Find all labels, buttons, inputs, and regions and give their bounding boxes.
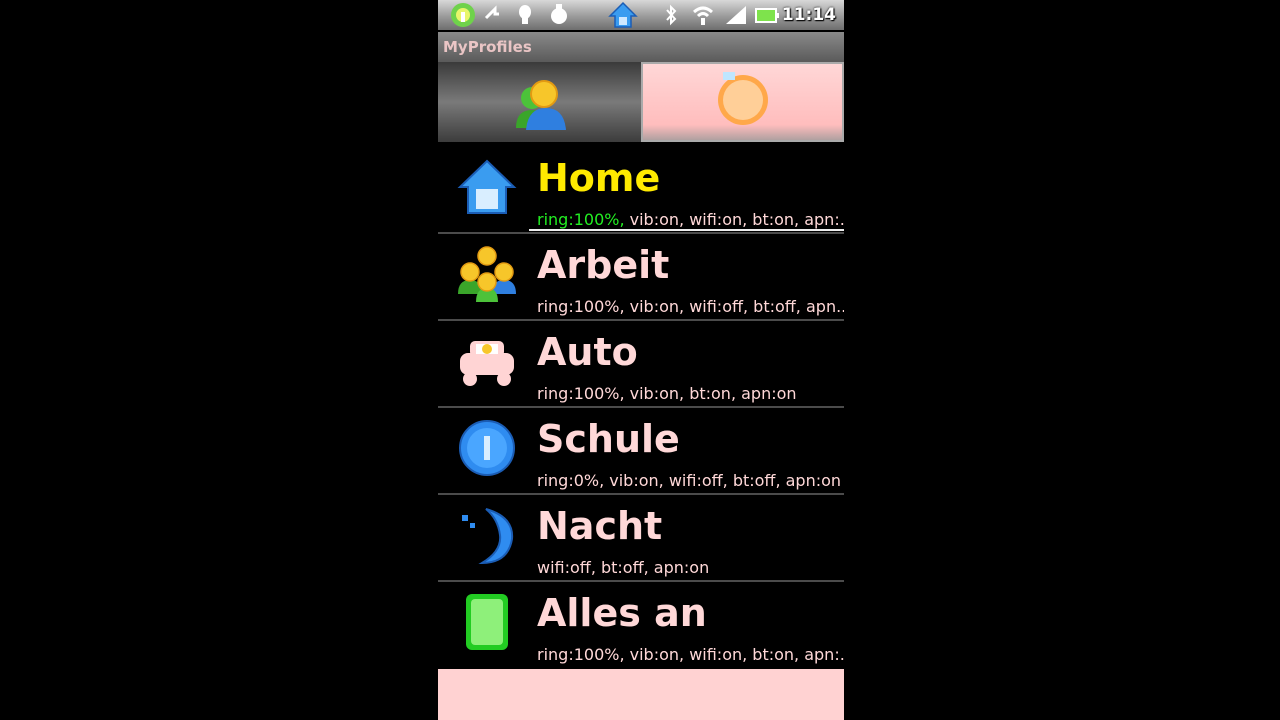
profile-name: Nacht xyxy=(537,504,663,548)
profile-row-alles-an[interactable]: Alles an ring:100%, vib:on, wifi:on, bt:… xyxy=(438,582,844,669)
arrow-icon xyxy=(484,5,499,20)
status-bar: 11:14 xyxy=(438,0,844,30)
wifi-icon xyxy=(693,6,713,25)
tab-schedule[interactable] xyxy=(641,62,844,142)
profile-detail: ring:100%, vib:on, wifi:on, bt:on, apn:.… xyxy=(537,210,844,229)
app-title: MyProfiles xyxy=(443,38,532,56)
moon-icon xyxy=(462,508,514,565)
signal-icon xyxy=(726,6,746,24)
profile-detail-rest: vib:on, wifi:on, bt:on, apn:... xyxy=(624,210,844,229)
fingerprint-icon xyxy=(519,5,531,24)
phone-screen: 11:14 MyProfiles Home ring:100%, vib:on,… xyxy=(438,0,844,720)
profile-row-schule[interactable]: Schule ring:0%, vib:on, wifi:off, bt:off… xyxy=(438,408,844,495)
app-title-bar: MyProfiles xyxy=(438,32,844,62)
ring-status-active: ring:100%, xyxy=(537,210,625,229)
car-icon xyxy=(460,341,514,386)
tab-profiles[interactable] xyxy=(438,62,641,142)
profile-name: Auto xyxy=(537,330,638,374)
profile-name: Schule xyxy=(537,417,680,461)
bottom-panel xyxy=(438,669,844,720)
profile-name: Arbeit xyxy=(537,243,670,287)
profile-row-arbeit[interactable]: Arbeit ring:100%, vib:on, wifi:off, bt:o… xyxy=(438,234,844,321)
house-icon xyxy=(457,159,517,214)
profile-name: Alles an xyxy=(537,591,707,635)
status-clock: 11:14 xyxy=(781,5,836,25)
green-square-icon xyxy=(466,594,508,650)
profile-detail: wifi:off, bt:off, apn:on xyxy=(537,558,710,577)
profile-detail: ring:100%, vib:on, wifi:off, bt:off, apn… xyxy=(537,297,844,316)
profile-detail: ring:100%, vib:on, wifi:on, bt:on, apn:.… xyxy=(537,645,844,664)
hand-icon xyxy=(551,4,567,24)
profile-list: Home ring:100%, vib:on, wifi:on, bt:on, … xyxy=(438,147,844,669)
profile-row-nacht[interactable]: Nacht wifi:off, bt:off, apn:on xyxy=(438,495,844,582)
active-underline xyxy=(529,229,844,231)
home-notification-icon xyxy=(608,1,638,28)
profile-name: Home xyxy=(537,156,661,200)
bluetooth-icon xyxy=(666,4,677,26)
profile-detail: ring:100%, vib:on, bt:on, apn:on xyxy=(537,384,797,403)
info-icon xyxy=(459,420,515,476)
battery-icon xyxy=(755,8,779,23)
profile-row-auto[interactable]: Auto ring:100%, vib:on, bt:on, apn:on xyxy=(438,321,844,408)
people-icon xyxy=(516,80,566,130)
app-icon xyxy=(451,3,475,27)
people-group-icon xyxy=(458,246,516,302)
tab-bar xyxy=(438,62,844,142)
profile-row-home[interactable]: Home ring:100%, vib:on, wifi:on, bt:on, … xyxy=(438,147,844,234)
profile-detail: ring:0%, vib:on, wifi:off, bt:off, apn:o… xyxy=(537,471,842,490)
clock-icon xyxy=(718,72,768,125)
